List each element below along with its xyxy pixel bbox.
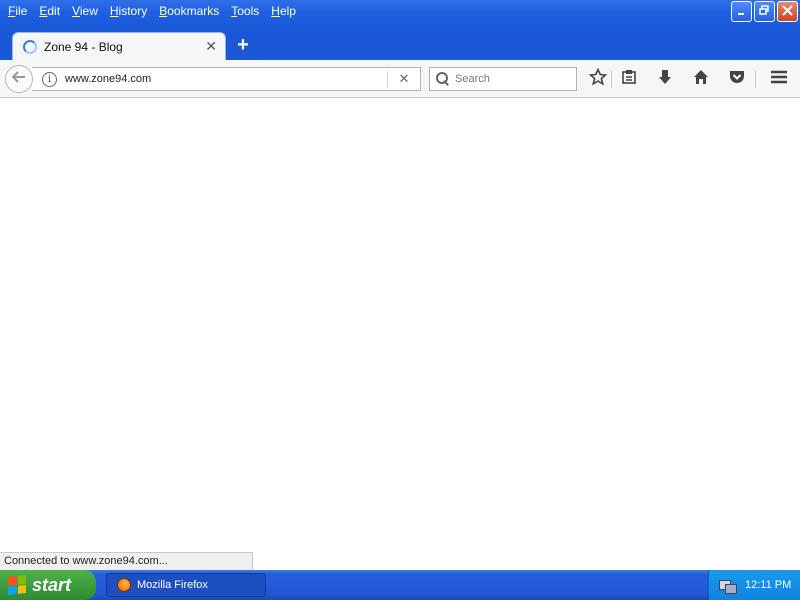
start-button[interactable]: start xyxy=(0,570,96,600)
close-icon xyxy=(782,4,793,19)
restore-button[interactable] xyxy=(754,1,775,22)
restore-icon xyxy=(759,4,770,19)
tab-close-icon[interactable]: ✕ xyxy=(205,38,217,55)
system-tray: 12:11 PM xyxy=(708,570,800,600)
taskbar: start Mozilla Firefox 12:11 PM xyxy=(0,570,800,600)
pocket-icon xyxy=(729,69,745,90)
search-icon xyxy=(435,71,451,87)
clock[interactable]: 12:11 PM xyxy=(745,579,791,591)
site-info-icon[interactable]: i xyxy=(42,71,57,87)
window-controls xyxy=(731,1,798,22)
back-button[interactable] xyxy=(5,65,33,93)
firefox-icon xyxy=(117,578,131,592)
page-content-area xyxy=(0,99,800,570)
search-bar[interactable]: Search xyxy=(429,67,577,91)
stop-icon[interactable]: ✕ xyxy=(396,71,412,87)
tab-zone94-blog[interactable]: Zone 94 - Blog ✕ xyxy=(12,32,226,60)
menu-history[interactable]: History xyxy=(104,4,153,18)
home-icon xyxy=(693,69,709,90)
status-panel: Connected to www.zone94.com... xyxy=(0,552,253,570)
bookmark-star-button[interactable] xyxy=(586,67,610,91)
taskbar-item-firefox[interactable]: Mozilla Firefox xyxy=(106,573,266,597)
window-titlebar: File Edit View History Bookmarks Tools H… xyxy=(0,0,800,30)
minimize-button[interactable] xyxy=(731,1,752,22)
download-arrow-icon xyxy=(657,69,673,90)
tab-title: Zone 94 - Blog xyxy=(44,39,123,54)
hamburger-menu-icon xyxy=(770,69,788,90)
clipboard-icon xyxy=(621,69,637,90)
menu-bookmarks[interactable]: Bookmarks xyxy=(153,4,225,18)
minimize-icon xyxy=(737,5,746,19)
open-menu-button[interactable] xyxy=(767,68,791,90)
close-button[interactable] xyxy=(777,1,798,22)
menu-bar: File Edit View History Bookmarks Tools H… xyxy=(2,0,302,22)
toolbar-separator xyxy=(611,70,612,88)
menu-file[interactable]: File xyxy=(2,4,33,18)
home-button[interactable] xyxy=(689,68,713,90)
menu-edit[interactable]: Edit xyxy=(33,4,66,18)
start-label: start xyxy=(32,574,72,595)
url-bar[interactable]: i www.zone94.com ✕ xyxy=(32,67,421,91)
search-placeholder: Search xyxy=(455,73,490,85)
toolbar-separator xyxy=(755,70,756,88)
back-arrow-icon xyxy=(11,70,26,88)
bookmarks-menu-button[interactable] xyxy=(617,68,641,90)
pocket-button[interactable] xyxy=(725,68,749,90)
loading-spinner-icon xyxy=(23,39,37,54)
url-text[interactable]: www.zone94.com xyxy=(65,73,387,85)
menu-help[interactable]: Help xyxy=(265,4,302,18)
taskbar-item-label: Mozilla Firefox xyxy=(137,579,208,591)
star-icon xyxy=(588,67,608,91)
navigation-toolbar: i www.zone94.com ✕ Search xyxy=(0,60,800,98)
url-separator xyxy=(387,71,388,87)
network-icon[interactable] xyxy=(719,578,737,594)
downloads-button[interactable] xyxy=(653,68,677,90)
menu-tools[interactable]: Tools xyxy=(225,4,265,18)
menu-view[interactable]: View xyxy=(66,4,104,18)
windows-logo-icon xyxy=(8,575,26,595)
tab-strip: Zone 94 - Blog ✕ + xyxy=(0,30,800,60)
new-tab-button[interactable]: + xyxy=(233,34,253,56)
